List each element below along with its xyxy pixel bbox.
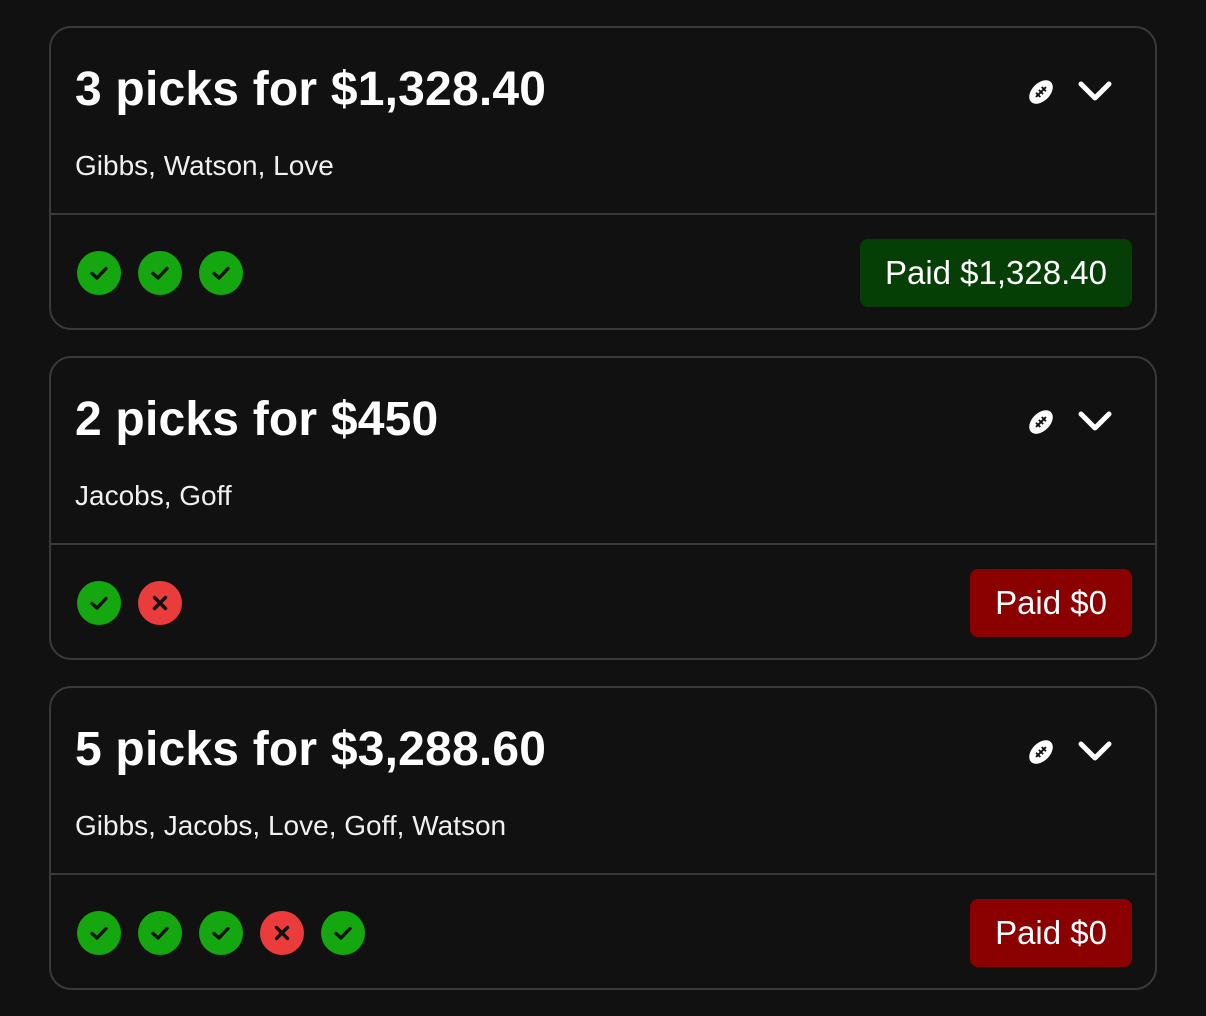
- entry-card-header[interactable]: 2 picks for $450 Jacobs, Goff: [51, 358, 1155, 545]
- check-icon: [87, 921, 111, 945]
- x-icon: [148, 591, 172, 615]
- entry-title: 2 picks for $450: [75, 393, 439, 446]
- check-icon: [148, 921, 172, 945]
- entry-title: 3 picks for $1,328.40: [75, 63, 547, 116]
- entry-players: Gibbs, Watson, Love: [75, 150, 334, 181]
- pick-won-indicator: [138, 911, 182, 955]
- entry-actions: [1025, 732, 1115, 772]
- entry-card-header[interactable]: 5 picks for $3,288.60 Gibbs, Jacobs, Lov…: [51, 688, 1155, 875]
- pick-won-indicator: [138, 251, 182, 295]
- pick-won-indicator: [77, 581, 121, 625]
- entry-players: Jacobs, Goff: [75, 480, 232, 511]
- entry-actions: [1025, 402, 1115, 442]
- entry-actions: [1025, 72, 1115, 112]
- football-icon: [1025, 406, 1057, 438]
- check-icon: [209, 921, 233, 945]
- paid-badge: Paid $1,328.40: [859, 239, 1132, 307]
- football-icon: [1025, 736, 1057, 768]
- x-icon: [270, 921, 294, 945]
- entry-card[interactable]: 5 picks for $3,288.60 Gibbs, Jacobs, Lov…: [49, 686, 1157, 990]
- entry-card[interactable]: 2 picks for $450 Jacobs, Goff Paid $0: [49, 356, 1157, 660]
- pick-won-indicator: [77, 251, 121, 295]
- entries-list: 3 picks for $1,328.40 Gibbs, Watson, Lov…: [49, 26, 1157, 1016]
- pick-results: [77, 911, 365, 955]
- entry-card-footer: Paid $0: [51, 875, 1155, 988]
- entry-card[interactable]: 3 picks for $1,328.40 Gibbs, Watson, Lov…: [49, 26, 1157, 330]
- paid-badge: Paid $0: [970, 899, 1132, 967]
- check-icon: [87, 261, 111, 285]
- pick-lost-indicator: [260, 911, 304, 955]
- paid-badge: Paid $0: [970, 569, 1132, 637]
- pick-won-indicator: [321, 911, 365, 955]
- chevron-down-icon[interactable]: [1075, 732, 1115, 772]
- pick-won-indicator: [199, 911, 243, 955]
- pick-results: [77, 581, 182, 625]
- pick-won-indicator: [77, 911, 121, 955]
- pick-won-indicator: [199, 251, 243, 295]
- pick-lost-indicator: [138, 581, 182, 625]
- chevron-down-icon[interactable]: [1075, 72, 1115, 112]
- entry-players: Gibbs, Jacobs, Love, Goff, Watson: [75, 810, 507, 841]
- check-icon: [148, 261, 172, 285]
- check-icon: [331, 921, 355, 945]
- entry-card-footer: Paid $0: [51, 545, 1155, 658]
- entry-card-footer: Paid $1,328.40: [51, 215, 1155, 328]
- check-icon: [209, 261, 233, 285]
- entry-card-header[interactable]: 3 picks for $1,328.40 Gibbs, Watson, Lov…: [51, 28, 1155, 215]
- chevron-down-icon[interactable]: [1075, 402, 1115, 442]
- entry-title: 5 picks for $3,288.60: [75, 723, 547, 776]
- pick-results: [77, 251, 243, 295]
- check-icon: [87, 591, 111, 615]
- football-icon: [1025, 76, 1057, 108]
